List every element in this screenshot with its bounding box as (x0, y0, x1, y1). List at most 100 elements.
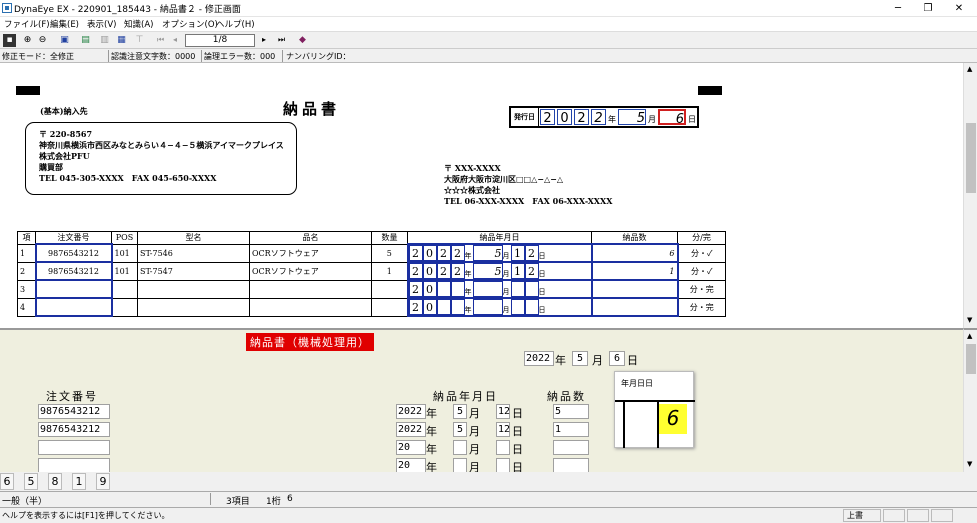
day-digit: 2 (524, 245, 539, 261)
book-icon[interactable]: ◆ (296, 34, 309, 47)
menu-knowledge[interactable]: 知識(A) (124, 18, 153, 30)
delivery-month-input[interactable]: 5 (453, 422, 467, 437)
delivery-count-label: 納品数 (547, 390, 586, 403)
scroll-down-icon[interactable]: ▼ (967, 316, 972, 324)
char-candidate[interactable]: 9 (96, 473, 110, 490)
close-button[interactable]: ✕ (941, 0, 977, 17)
next-page-icon[interactable]: ▸ (262, 35, 266, 44)
scroll-up-icon[interactable]: ▲ (967, 332, 972, 340)
delivery-count-input[interactable]: 1 (553, 422, 589, 437)
day-digit (524, 281, 539, 297)
row-no: 2 (17, 261, 36, 281)
year-unit: 年 (464, 270, 472, 278)
divider (282, 50, 283, 62)
col-header-date: 納品年月日 (407, 231, 592, 245)
image-icon[interactable]: ▦ (115, 34, 128, 47)
order-number-cell[interactable] (34, 297, 113, 317)
addressee-label: (基本)納入先 (40, 106, 88, 116)
save-icon[interactable]: ▪ (3, 34, 16, 47)
item-status: 3項目 (226, 497, 250, 507)
delivery-month-input[interactable] (453, 440, 467, 455)
month-unit: 月 (469, 407, 480, 420)
delivery-year-input[interactable]: 2022 (396, 404, 426, 419)
model-cell (137, 279, 250, 299)
order-number-cell[interactable] (34, 279, 113, 299)
day-unit: 日 (627, 354, 638, 367)
year-unit: 年 (555, 354, 566, 367)
charset-status: 一般（半） (2, 497, 48, 507)
menu-help[interactable]: ヘルプ(H) (216, 18, 255, 30)
order-number-input[interactable]: 9876543212 (38, 422, 110, 437)
menu-file[interactable]: ファイル(F) (4, 18, 50, 30)
order-number-cell[interactable]: 9876543212 (34, 261, 113, 281)
document-scrollbar[interactable]: ▲ ▼ (963, 63, 977, 328)
char-candidate[interactable]: 5 (24, 473, 38, 490)
scroll-thumb[interactable] (966, 344, 976, 374)
scroll-thumb[interactable] (966, 123, 976, 193)
copy-icon[interactable]: ▥ (98, 34, 111, 47)
col-header-order: 注文番号 (35, 231, 112, 245)
delivery-date-cell[interactable]: 20 年 月 日 (406, 297, 593, 317)
menu-view[interactable]: 表示(V) (87, 18, 116, 30)
scroll-up-icon[interactable]: ▲ (967, 65, 972, 73)
menu-edit[interactable]: 編集(E) (50, 18, 79, 30)
delivery-year-input[interactable]: 2022 (396, 422, 426, 437)
char-candidate[interactable]: 6 (0, 473, 14, 490)
issue-day-cell[interactable]: 6 (658, 109, 686, 127)
issue-month-cell[interactable]: 5 (618, 109, 646, 126)
delivery-month-input[interactable] (453, 458, 467, 472)
month-unit: 月 (469, 461, 480, 472)
order-number-input[interactable] (38, 440, 110, 455)
scroll-down-icon[interactable]: ▼ (967, 460, 972, 468)
count-cell[interactable]: 1 (590, 261, 679, 281)
first-page-icon[interactable]: ⏮ (157, 35, 164, 45)
issue-day-input[interactable]: 6 (609, 351, 625, 366)
zoom-out-icon[interactable]: ⊖ (36, 34, 49, 47)
issue-year-input[interactable]: 2022 (524, 351, 554, 366)
delivery-year-input[interactable]: 20 (396, 458, 426, 472)
year-unit: 年 (426, 407, 437, 420)
qty-cell: 5 (371, 243, 408, 263)
issue-year-digit[interactable]: 0 (557, 109, 572, 126)
count-cell[interactable] (590, 279, 679, 299)
last-page-icon[interactable]: ⏭ (278, 35, 285, 45)
delivery-date-cell[interactable]: 2 0 2 2 年 5月 1 2 日 (406, 261, 593, 281)
issue-year-digit[interactable]: 2 (591, 109, 606, 126)
form-scrollbar[interactable]: ▲ ▼ (963, 328, 977, 472)
delivery-day-input[interactable] (496, 440, 510, 455)
model-cell (137, 297, 250, 317)
delivery-count-input[interactable]: 5 (553, 404, 589, 419)
zoom-in-icon[interactable]: ⊕ (21, 34, 34, 47)
status-cell: 分・完 (677, 297, 726, 317)
menu-options[interactable]: オプション(O) (162, 18, 218, 30)
delivery-count-input[interactable] (553, 440, 589, 455)
order-number-input[interactable]: 9876543212 (38, 404, 110, 419)
recognize-icon[interactable]: ▤ (79, 34, 92, 47)
issue-year-digit[interactable]: 2 (574, 109, 589, 126)
month-digit (472, 281, 503, 297)
issue-year-digit[interactable]: 2 (540, 109, 555, 126)
issue-month-input[interactable]: 5 (572, 351, 588, 366)
char-candidate[interactable]: 1 (72, 473, 86, 490)
order-number-input[interactable] (38, 458, 110, 472)
page-indicator[interactable]: 1/8 (185, 34, 255, 47)
document-image[interactable]: (基本)納入先 納品書 〒 220-8567 神奈川県横浜市西区みなとみらい４−… (0, 63, 963, 328)
app-icon (2, 3, 12, 13)
delivery-month-input[interactable]: 5 (453, 404, 467, 419)
delivery-day-input[interactable]: 12 (496, 422, 510, 437)
divider (108, 50, 109, 62)
page-view-icon[interactable]: ▣ (58, 34, 71, 47)
count-cell[interactable]: 6 (590, 243, 679, 263)
prev-page-icon[interactable]: ◂ (173, 35, 177, 44)
delivery-date-cell[interactable]: 2 0 2 2 年 5月 1 2 日 (406, 243, 593, 263)
logic-error-count: 論理エラー数：000 (204, 52, 276, 61)
delivery-day-input[interactable] (496, 458, 510, 472)
count-cell[interactable] (590, 297, 679, 317)
delivery-year-input[interactable]: 20 (396, 440, 426, 455)
delivery-date-cell[interactable]: 20 年 月 日 (406, 279, 593, 299)
filter-icon[interactable]: ⊤ (133, 34, 146, 47)
delivery-count-input[interactable] (553, 458, 589, 472)
char-candidate[interactable]: 8 (48, 473, 62, 490)
delivery-day-input[interactable]: 12 (496, 404, 510, 419)
order-number-cell[interactable]: 9876543212 (34, 243, 113, 263)
